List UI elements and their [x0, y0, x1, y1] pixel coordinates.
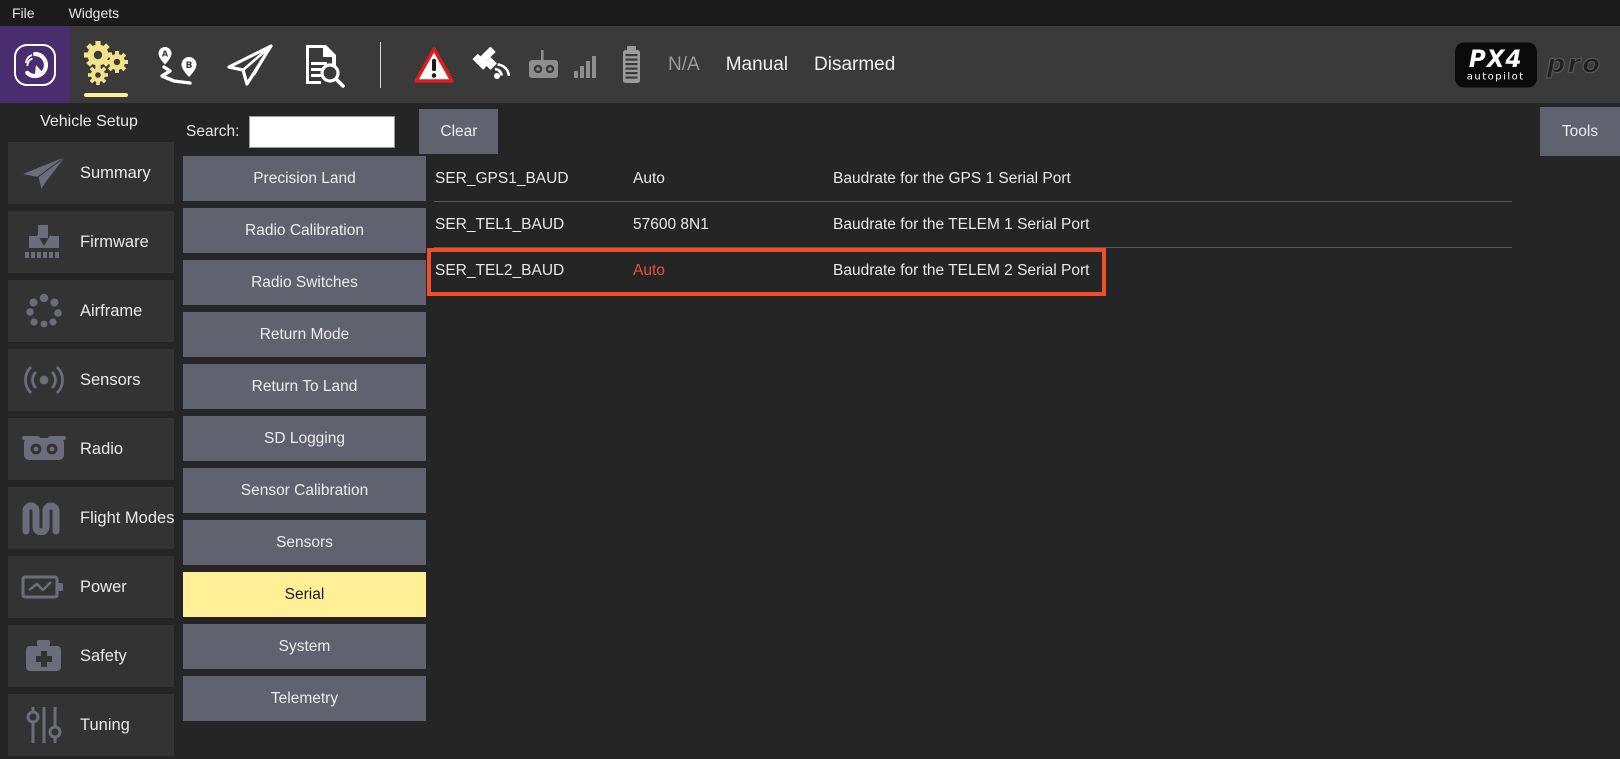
- svg-text:B: B: [186, 61, 193, 71]
- px4-pro-text: pro: [1547, 50, 1602, 80]
- group-item-return-mode[interactable]: Return Mode: [183, 312, 426, 357]
- toolbar-divider: [380, 42, 381, 88]
- power-battery-icon: [16, 564, 72, 610]
- group-item-system[interactable]: System: [183, 624, 426, 669]
- sidebar-item-airframe[interactable]: Airframe: [8, 280, 174, 342]
- sidebar-item-label: Tuning: [80, 716, 130, 735]
- sidebar-item-label: Safety: [80, 647, 127, 666]
- group-item-radio-switches[interactable]: Radio Switches: [183, 260, 426, 305]
- parameter-description: Baudrate for the TELEM 2 Serial Port: [833, 262, 1089, 280]
- battery-value[interactable]: N/A: [655, 54, 713, 76]
- parameter-name: SER_TEL2_BAUD: [435, 262, 564, 280]
- parameter-name: SER_GPS1_BAUD: [435, 170, 569, 188]
- sidebar-item-label: Summary: [80, 164, 151, 183]
- flight-mode-indicator[interactable]: Manual: [713, 54, 801, 76]
- signal-bars-icon[interactable]: [567, 26, 609, 103]
- sidebar-item-power[interactable]: Power: [8, 556, 174, 618]
- firmware-download-icon: [16, 219, 72, 265]
- sensors-waves-icon: [16, 357, 72, 403]
- sidebar-title: Vehicle Setup: [0, 103, 178, 142]
- radio-transmitter-icon: [16, 426, 72, 472]
- parameter-description: Baudrate for the GPS 1 Serial Port: [833, 170, 1071, 188]
- sidebar-item-label: Firmware: [80, 233, 149, 252]
- group-item-precision-land[interactable]: Precision Land: [183, 156, 426, 201]
- sidebar-item-summary[interactable]: Summary: [8, 142, 174, 204]
- parameter-description: Baudrate for the TELEM 1 Serial Port: [833, 216, 1089, 234]
- sidebar-item-label: Airframe: [80, 302, 142, 321]
- sidebar-item-radio[interactable]: Radio: [8, 418, 174, 480]
- clear-button[interactable]: Clear: [419, 109, 498, 154]
- content-area: Vehicle Setup Summary Firmware: [0, 103, 1620, 759]
- table-row[interactable]: SER_TEL2_BAUD Auto Baudrate for the TELE…: [426, 248, 1620, 294]
- toolbar-fly-paperplane-icon[interactable]: [214, 26, 286, 103]
- paper-plane-icon: [16, 150, 72, 196]
- group-item-sensor-calibration[interactable]: Sensor Calibration: [183, 468, 426, 513]
- menu-widgets[interactable]: Widgets: [65, 3, 124, 23]
- group-item-serial[interactable]: Serial: [183, 572, 426, 617]
- sidebar-item-label: Flight Modes: [80, 509, 174, 528]
- group-item-sensors[interactable]: Sensors: [183, 520, 426, 565]
- toolbar-settings-gears-icon[interactable]: [70, 26, 142, 103]
- parameter-value: Auto: [633, 262, 665, 280]
- group-item-sd-logging[interactable]: SD Logging: [183, 416, 426, 461]
- px4-logo-text: PX4: [1469, 47, 1523, 71]
- toolbar-plan-waypoints-icon[interactable]: A B: [142, 26, 214, 103]
- sidebar-item-safety[interactable]: Safety: [8, 625, 174, 687]
- px4-branding: PX4 autopilot pro: [1455, 42, 1602, 87]
- sidebar-item-firmware[interactable]: Firmware: [8, 211, 174, 273]
- px4-autopilot-text: autopilot: [1467, 72, 1525, 82]
- gps-satellite-icon[interactable]: [463, 26, 521, 103]
- table-row[interactable]: SER_TEL1_BAUD 57600 8N1 Baudrate for the…: [426, 202, 1620, 248]
- safety-medkit-icon: [16, 633, 72, 679]
- menu-bar: File Widgets: [0, 0, 1620, 26]
- search-row: Search: Clear: [178, 103, 498, 160]
- warning-triangle-icon[interactable]: [405, 26, 463, 103]
- sidebar-item-sensors[interactable]: Sensors: [8, 349, 174, 411]
- sidebar-item-flight-modes[interactable]: Flight Modes: [8, 487, 174, 549]
- sidebar-item-label: Radio: [80, 440, 123, 459]
- status-text-group: N/A Manual Disarmed: [655, 26, 908, 103]
- battery-icon[interactable]: [609, 26, 655, 103]
- main-toolbar: A B: [0, 26, 1620, 103]
- group-item-telemetry[interactable]: Telemetry: [183, 676, 426, 721]
- group-item-radio-calibration[interactable]: Radio Calibration: [183, 208, 426, 253]
- tools-button[interactable]: Tools: [1540, 107, 1620, 156]
- parameter-group-list[interactable]: Precision Land Radio Calibration Radio S…: [183, 156, 426, 759]
- toolbar-analyze-document-search-icon[interactable]: [286, 26, 358, 103]
- flight-modes-wave-icon: [16, 495, 72, 541]
- menu-file[interactable]: File: [8, 3, 39, 23]
- px4-autopilot-logo: PX4 autopilot: [1455, 42, 1537, 87]
- vehicle-setup-sidebar: Vehicle Setup Summary Firmware: [0, 103, 178, 759]
- group-item-return-to-land[interactable]: Return To Land: [183, 364, 426, 409]
- airframe-dots-icon: [16, 288, 72, 334]
- parameter-value: Auto: [633, 170, 665, 188]
- sidebar-item-label: Power: [80, 578, 127, 597]
- qgroundcontrol-logo-icon[interactable]: [0, 26, 70, 103]
- arm-state-indicator[interactable]: Disarmed: [801, 54, 908, 76]
- search-input[interactable]: [249, 116, 395, 148]
- svg-text:A: A: [162, 49, 169, 58]
- sidebar-item-label: Sensors: [80, 371, 141, 390]
- parameter-value: 57600 8N1: [633, 216, 709, 234]
- search-label: Search:: [186, 123, 239, 141]
- parameter-table: SER_GPS1_BAUD Auto Baudrate for the GPS …: [426, 156, 1620, 759]
- parameter-name: SER_TEL1_BAUD: [435, 216, 564, 234]
- rc-transmitter-icon[interactable]: [521, 26, 567, 103]
- sidebar-item-tuning[interactable]: Tuning: [8, 694, 174, 756]
- table-row[interactable]: SER_GPS1_BAUD Auto Baudrate for the GPS …: [426, 156, 1620, 202]
- tuning-sliders-icon: [16, 702, 72, 748]
